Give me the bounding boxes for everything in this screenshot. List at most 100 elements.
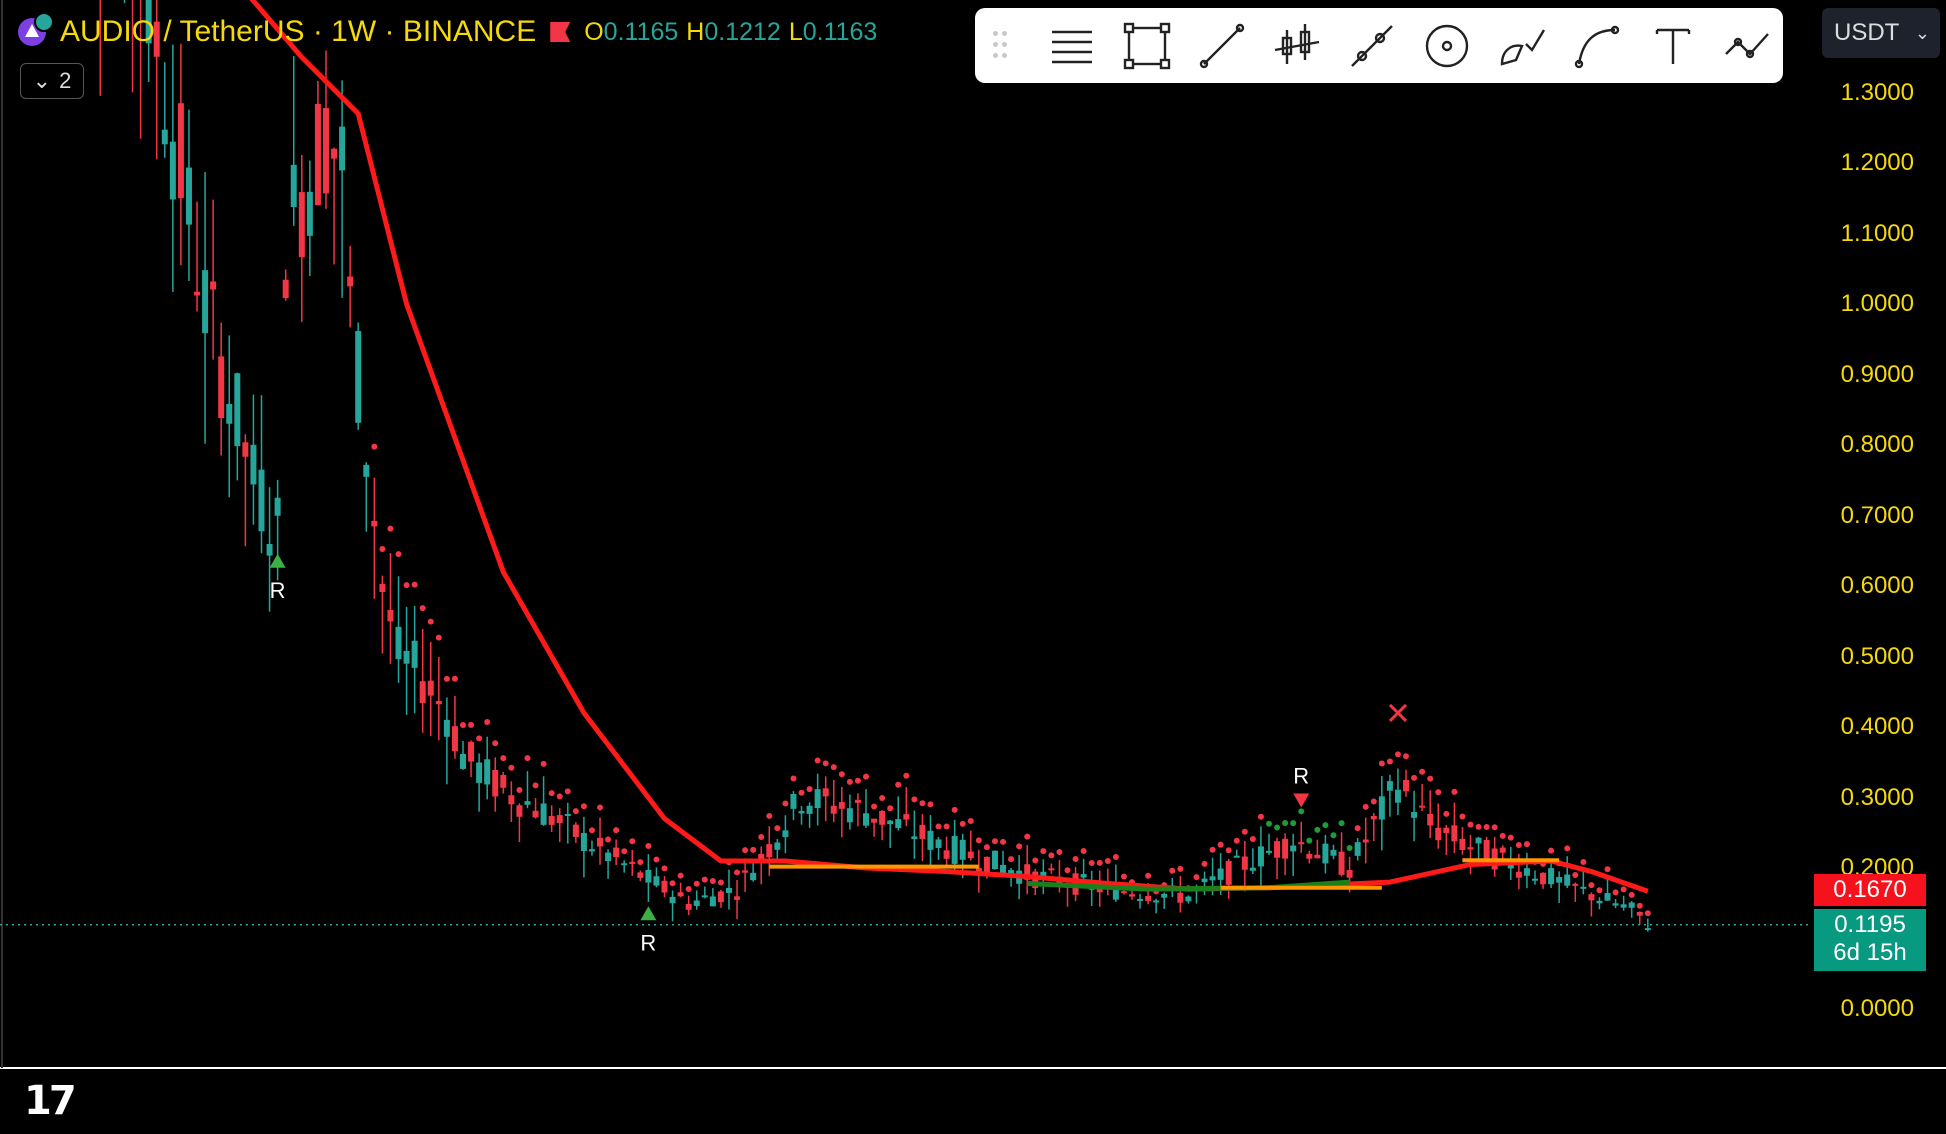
- candle-body: [1370, 815, 1377, 820]
- indicator-dot: [1515, 841, 1522, 848]
- candle-body: [1128, 894, 1135, 897]
- candle-body: [1322, 843, 1329, 864]
- candle-body: [1201, 878, 1208, 883]
- candle-body: [903, 814, 910, 820]
- candle-body: [516, 805, 523, 817]
- candle-body: [879, 810, 886, 825]
- indicator-dot: [1024, 833, 1031, 840]
- tradingview-logo-icon[interactable]: 17: [24, 1078, 77, 1124]
- indicator-dot: [1266, 820, 1272, 827]
- indicator-dot: [943, 823, 950, 830]
- indicator-dot: [774, 825, 781, 832]
- candles-icon[interactable]: [1262, 16, 1333, 76]
- candle-body: [1419, 805, 1426, 808]
- text-icon[interactable]: [1637, 16, 1708, 76]
- candle-body: [1580, 886, 1587, 889]
- candle-body: [653, 876, 660, 886]
- candle-body: [1257, 846, 1264, 867]
- curve-icon[interactable]: [1562, 16, 1633, 76]
- candle-body: [605, 852, 612, 862]
- candle-body: [169, 141, 176, 200]
- indicator-dot: [967, 817, 974, 824]
- drag-handle-icon[interactable]: [993, 30, 1013, 61]
- indicator-dot: [1072, 856, 1079, 863]
- indicator-dot: [1596, 887, 1603, 894]
- signal-label: R: [1293, 764, 1309, 789]
- indicator-dot: [1282, 819, 1289, 826]
- candle-body: [258, 469, 265, 532]
- candle-body: [1386, 781, 1393, 791]
- candle-body: [782, 830, 789, 838]
- y-tick-label: 1.1000: [1840, 219, 1914, 247]
- circle-target-icon[interactable]: [1412, 16, 1483, 76]
- candle-body: [838, 802, 845, 809]
- candle-body: [226, 403, 233, 424]
- indicator-dot: [1564, 845, 1571, 852]
- indicator-dot: [983, 844, 990, 851]
- signal-label: R: [270, 578, 286, 603]
- indicator-dot: [1443, 810, 1450, 817]
- horizontal-lines-icon[interactable]: [1037, 16, 1108, 76]
- candle-body: [1644, 928, 1651, 931]
- candle-body: [911, 836, 918, 840]
- brush-icon[interactable]: [1487, 16, 1558, 76]
- rectangle-icon[interactable]: [1112, 16, 1183, 76]
- candle-body: [1137, 898, 1144, 901]
- currency-select[interactable]: USDT ⌄: [1822, 8, 1940, 58]
- candle-body: [476, 762, 483, 783]
- indicator-dot: [709, 877, 716, 884]
- candle-body: [202, 270, 209, 334]
- candle-body: [524, 801, 531, 805]
- candle-body: [854, 799, 861, 803]
- indicator-dot: [516, 787, 523, 794]
- candle-body: [1298, 842, 1305, 845]
- candle-body: [564, 813, 571, 816]
- indicator-dot: [476, 735, 483, 742]
- indicator-dot: [1080, 847, 1087, 854]
- candle-body: [1596, 900, 1603, 904]
- price-tag-last-value: 0.1195: [1834, 911, 1906, 938]
- candle-body: [548, 815, 555, 825]
- indicator-dot: [1064, 867, 1071, 874]
- symbol-title[interactable]: AUDIO / TetherUS · 1W · BINANCE: [60, 15, 536, 49]
- candle-body: [1177, 892, 1184, 903]
- candle-body: [1266, 850, 1272, 853]
- y-tick-label: 1.2000: [1840, 149, 1914, 176]
- indicator-dot: [1274, 824, 1281, 831]
- indicator-dot: [1330, 832, 1337, 839]
- candle-body: [234, 373, 241, 447]
- candle-body: [846, 808, 853, 823]
- indicator-dot: [1427, 775, 1434, 782]
- candle-body: [347, 276, 354, 287]
- indicator-dot: [1298, 808, 1305, 815]
- indicator-dot: [1620, 886, 1627, 893]
- indicator-dot: [701, 876, 708, 883]
- candle-body: [919, 824, 926, 839]
- currency-label: USDT: [1834, 19, 1900, 46]
- candle-body: [484, 759, 491, 785]
- path-icon[interactable]: [1337, 16, 1408, 76]
- y-tick-label: 0.0000: [1840, 995, 1914, 1022]
- candle-body: [685, 903, 692, 910]
- price-chart[interactable]: R R R: [0, 0, 1946, 1134]
- indicator-dot: [879, 795, 886, 802]
- indicator-dot: [451, 675, 458, 682]
- candle-body: [621, 863, 628, 866]
- indicator-dot: [685, 886, 692, 893]
- indicator-dot: [1499, 832, 1506, 839]
- indicator-dot: [935, 823, 942, 830]
- candle-body: [339, 126, 346, 171]
- candle-body: [1346, 870, 1353, 878]
- candle-body: [363, 464, 370, 477]
- candle-body: [1540, 872, 1547, 885]
- candle-body: [669, 896, 676, 904]
- candle-body: [887, 820, 894, 825]
- polyline-icon[interactable]: [1712, 16, 1783, 76]
- trend-line-icon[interactable]: [1187, 16, 1258, 76]
- indicators-collapse-button[interactable]: ⌄ 2: [20, 63, 84, 99]
- flag-icon[interactable]: [550, 22, 571, 42]
- candle-body: [460, 753, 466, 769]
- candle-body: [637, 872, 644, 878]
- indicator-dot: [863, 773, 869, 780]
- indicator-dot: [1475, 823, 1482, 830]
